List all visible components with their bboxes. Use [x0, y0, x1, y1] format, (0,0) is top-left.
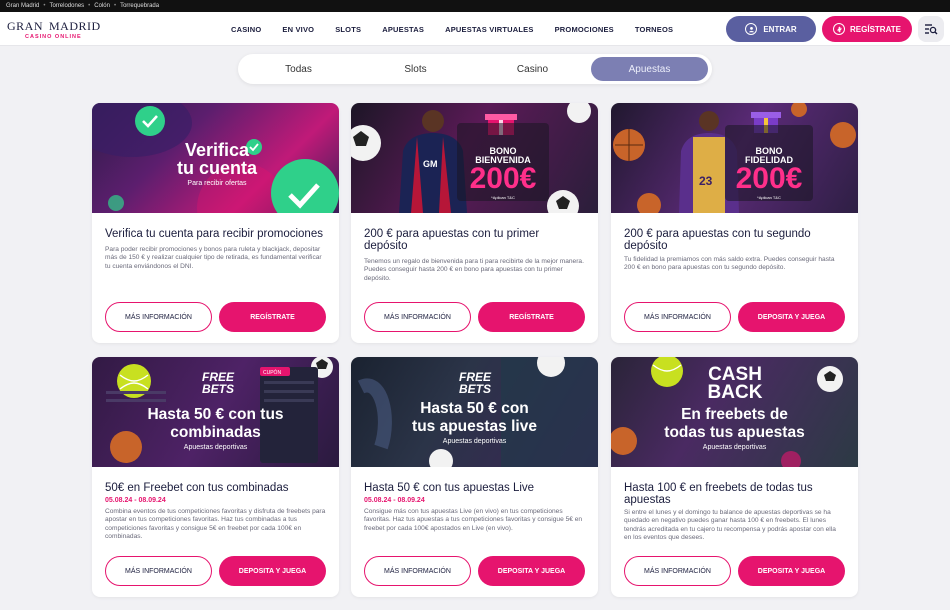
user-icon: [745, 23, 758, 35]
banner-sub: Apuestas deportivas: [702, 444, 767, 451]
menu-search-button[interactable]: [918, 16, 944, 42]
tab-casino[interactable]: Casino: [474, 57, 591, 81]
promo-banner: Verifica tu cuenta Para recibir ofertas: [92, 103, 339, 213]
card-title: Hasta 50 € con tus apuestas Live: [364, 482, 535, 494]
banner-top-2: BETS: [458, 382, 491, 396]
tab-apuestas[interactable]: Apuestas: [591, 57, 708, 81]
more-info-button[interactable]: MÁS INFORMACIÓN: [105, 556, 212, 586]
card-description: Combina eventos de tus competiciones fav…: [105, 508, 326, 541]
logo-word-left: GRAN: [7, 19, 44, 33]
card-description: Tu fidelidad la premiamos con más saldo …: [624, 256, 835, 272]
promo-banner: 23 BONO FIDELIDAD 200€ *Aplican T&C: [611, 103, 858, 213]
banner-sub: Apuestas deportivas: [183, 444, 248, 451]
banner-headline-2: todas tus apuestas: [664, 424, 805, 441]
site-logo[interactable]: GRAN MADRID CASINO ONLINE: [7, 19, 101, 43]
banner-headline-1: En freebets de: [681, 406, 788, 423]
banner-sub: Para recibir ofertas: [187, 180, 247, 187]
menu-search-icon: [925, 24, 938, 35]
nav-en-vivo[interactable]: EN VIVO: [282, 25, 314, 34]
more-info-button[interactable]: MÁS INFORMACIÓN: [105, 302, 212, 332]
more-info-button[interactable]: MÁS INFORMACIÓN: [624, 302, 731, 332]
main-nav: CASINO EN VIVO SLOTS APUESTAS APUESTAS V…: [231, 12, 694, 46]
card-description: Si entre el lunes y el domingo tu balanc…: [624, 509, 836, 542]
banner-amount: 200€: [469, 162, 537, 195]
promo-date-range: 05.08.24 - 08.09.24: [105, 497, 166, 504]
deposit-play-button[interactable]: DEPOSITA Y JUEGA: [738, 556, 845, 586]
register-label: REGÍSTRATE: [850, 24, 901, 34]
banner-sub: Apuestas deportivas: [442, 438, 507, 445]
nav-promociones[interactable]: PROMOCIONES: [555, 25, 614, 34]
register-card-button[interactable]: REGÍSTRATE: [219, 302, 326, 332]
card-description: Tenemos un regalo de bienvenida para ti …: [364, 258, 584, 282]
promo-card-freebets-combined: CUPÓN FREE BETS Hasta 50 € con tus combi…: [92, 357, 339, 597]
banner-note: *Aplican T&C: [491, 195, 515, 200]
deposit-play-button[interactable]: DEPOSITA Y JUEGA: [219, 556, 326, 586]
banner-headline-2: tus apuestas live: [412, 418, 537, 435]
nav-apuestas-virtuales[interactable]: APUESTAS VIRTUALES: [445, 25, 533, 34]
card-description: Consigue más con tus apuestas Live (en v…: [364, 508, 583, 532]
promo-banner: GM BONO BIENVENIDA 200€ *Aplican T&C: [351, 103, 598, 213]
promo-card-loyalty-bonus: 23 BONO FIDELIDAD 200€ *Aplican T&C 200 …: [611, 103, 858, 343]
svg-text:GM: GM: [423, 159, 438, 169]
category-tabs: Todas Slots Casino Apuestas: [238, 54, 712, 84]
banner-amount: 200€: [735, 162, 803, 195]
top-link-gran-madrid[interactable]: Gran Madrid: [6, 0, 39, 12]
card-title: 200 € para apuestas con tu primer depósi…: [364, 228, 540, 252]
card-description: Para poder recibir promociones y bonos p…: [105, 246, 322, 270]
banner-headline-1: Hasta 50 € con: [420, 400, 529, 417]
banner-top-2: BACK: [707, 382, 763, 403]
nav-slots[interactable]: SLOTS: [335, 25, 361, 34]
register-button[interactable]: REGÍSTRATE: [822, 16, 912, 42]
banner-headline-1: Hasta 50 € con tus: [147, 406, 284, 423]
promo-card-welcome-bonus: GM BONO BIENVENIDA 200€ *Aplican T&C 200…: [351, 103, 598, 343]
promo-card-verify: Verifica tu cuenta Para recibir ofertas …: [92, 103, 339, 343]
more-info-button[interactable]: MÁS INFORMACIÓN: [364, 302, 471, 332]
promo-date-range: 05.08.24 - 08.09.24: [364, 497, 425, 504]
svg-text:CUPÓN: CUPÓN: [263, 369, 281, 376]
banner-headline-2: combinadas: [170, 424, 261, 441]
nav-casino[interactable]: CASINO: [231, 25, 261, 34]
deposit-play-button[interactable]: DEPOSITA Y JUEGA: [738, 302, 845, 332]
tab-slots[interactable]: Slots: [357, 57, 474, 81]
top-links-bar: Gran Madrid • Torrelodones • Colón • Torreq…: [0, 0, 950, 12]
promo-card-cashback: CASH BACK En freebets de todas tus apues…: [611, 357, 858, 597]
logo-subtitle: CASINO ONLINE: [25, 34, 82, 40]
svg-text:23: 23: [699, 174, 713, 188]
banner-note: *Aplican T&C: [757, 195, 781, 200]
top-link-colon[interactable]: Colón: [94, 0, 110, 12]
promo-card-freebets-live: FREE BETS Hasta 50 € con tus apuestas li…: [351, 357, 598, 597]
card-title: 50€ en Freebet con tus combinadas: [105, 482, 289, 494]
top-link-torrelodones[interactable]: Torrelodones: [49, 0, 84, 12]
register-card-button[interactable]: REGÍSTRATE: [478, 302, 585, 332]
site-header: GRAN MADRID CASINO ONLINE CASINO EN VIVO …: [0, 12, 950, 46]
card-title: 200 € para apuestas con tu segundo depós…: [624, 228, 811, 252]
login-label: ENTRAR: [763, 24, 797, 34]
banner-headline-1: Verifica: [184, 140, 250, 160]
promo-banner: CASH BACK En freebets de todas tus apues…: [611, 357, 858, 467]
nav-torneos[interactable]: TORNEOS: [635, 25, 673, 34]
login-button[interactable]: ENTRAR: [726, 16, 816, 42]
deposit-play-button[interactable]: DEPOSITA Y JUEGA: [478, 556, 585, 586]
coin-icon: [833, 23, 846, 35]
top-link-torrequebrada[interactable]: Torrequebrada: [120, 0, 159, 12]
banner-top-2: BETS: [201, 382, 234, 396]
card-title: Hasta 100 € en freebets de todas tus apu…: [624, 482, 813, 506]
card-title: Verifica tu cuenta para recibir promocio…: [105, 228, 323, 240]
banner-headline-2: tu cuenta: [176, 158, 257, 178]
more-info-button[interactable]: MÁS INFORMACIÓN: [624, 556, 731, 586]
tab-todas[interactable]: Todas: [240, 57, 357, 81]
logo-word-right: MADRID: [49, 19, 101, 33]
nav-apuestas[interactable]: APUESTAS: [382, 25, 424, 34]
promo-banner: FREE BETS Hasta 50 € con tus apuestas li…: [351, 357, 598, 467]
more-info-button[interactable]: MÁS INFORMACIÓN: [364, 556, 471, 586]
promo-banner: CUPÓN FREE BETS Hasta 50 € con tus combi…: [92, 357, 339, 467]
